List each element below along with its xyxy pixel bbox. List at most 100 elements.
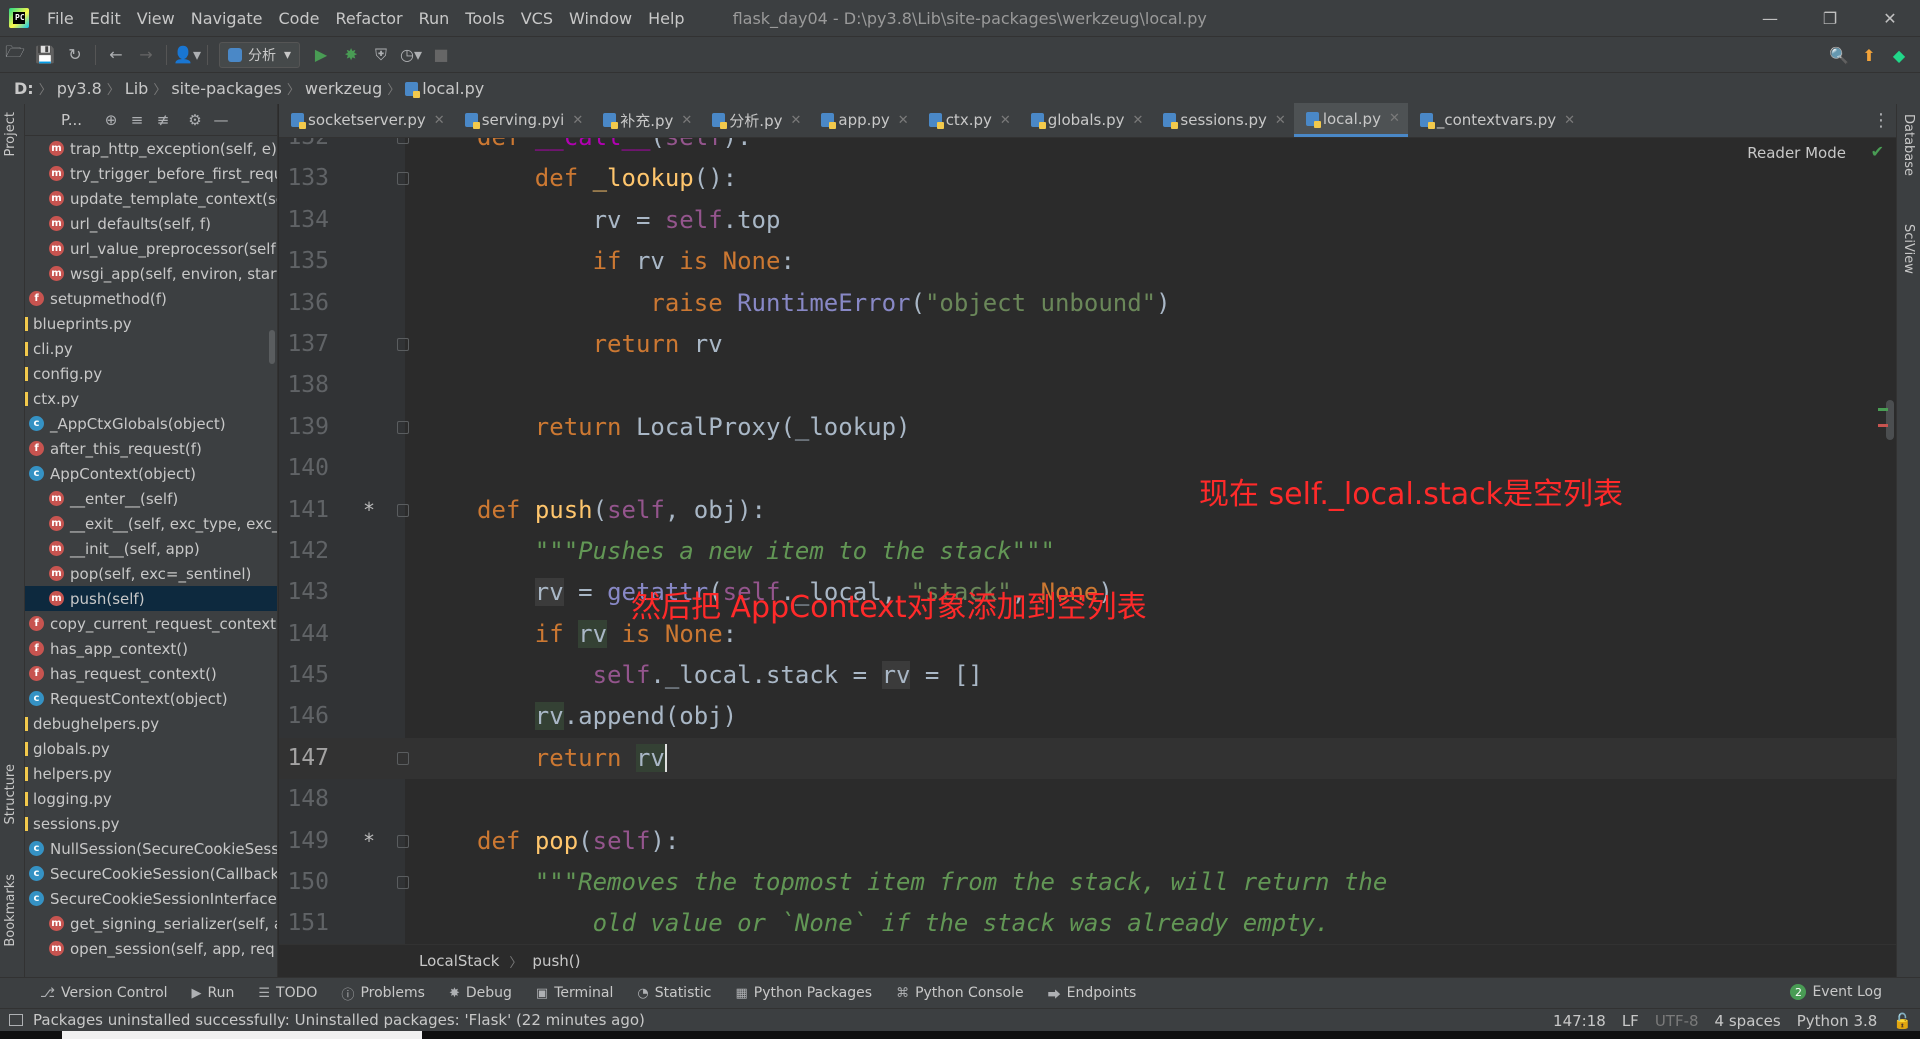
toolwindow-problems[interactable]: ⓘ Problems [341,984,425,1003]
python-interpreter[interactable]: Python 3.8 [1797,1012,1878,1030]
close-icon[interactable]: ✕ [434,113,445,128]
code-line[interactable]: 133 def _lookup(): [279,158,1896,199]
fold-marker-icon[interactable] [397,834,409,848]
toolwindow-debug[interactable]: ✸ Debug [449,985,512,1001]
fold-marker-icon[interactable] [397,172,409,186]
nav-crumb[interactable]: D: [0,79,39,98]
menu-edit[interactable]: Edit [82,9,129,28]
toolwindow-statistic[interactable]: ◔ Statistic [637,985,711,1001]
change-marker[interactable] [1878,424,1888,427]
breadcrumb-item[interactable]: LocalStack [419,952,499,970]
hide-icon[interactable]: — [210,109,232,131]
menu-refactor[interactable]: Refactor [327,9,410,28]
tree-item[interactable]: m __init__(self, app) [25,536,277,561]
nav-crumb[interactable]: Lib [120,79,154,98]
breadcrumb-item[interactable]: push() [532,952,580,970]
menu-file[interactable]: File [39,9,82,28]
code-line[interactable]: 139 return LocalProxy(_lookup) [279,407,1896,448]
coverage-icon[interactable]: ⛨ [366,40,396,70]
code-line[interactable]: 135 if rv is None: [279,241,1896,282]
close-icon[interactable]: ✕ [1133,113,1144,128]
search-icon[interactable]: 🔍 [1824,40,1854,70]
tree-item[interactable]: f copy_current_request_context [25,611,277,636]
tree-item[interactable]: sessions.py [25,811,277,836]
collapse-all-icon[interactable]: ≢ [152,109,174,131]
tree-item[interactable]: blueprints.py [25,311,277,336]
nav-crumb[interactable]: local.py [400,79,489,98]
tree-item[interactable]: c _AppCtxGlobals(object) [25,411,277,436]
run-icon[interactable]: ▶ [306,40,336,70]
editor-scrollbar[interactable] [1886,400,1894,440]
toolwindow-python-console[interactable]: ⌘ Python Console [896,985,1024,1001]
toolwindow-python-packages[interactable]: ▦ Python Packages [735,985,872,1001]
back-icon[interactable]: ← [101,40,131,70]
code-line[interactable]: 149 * def pop(self): [279,821,1896,862]
menu-vcs[interactable]: VCS [513,9,561,28]
project-scrollbar[interactable] [269,330,275,364]
indent-setting[interactable]: 4 spaces [1715,1012,1781,1030]
close-icon[interactable]: ✕ [790,113,801,128]
code-line[interactable]: 148 [279,779,1896,820]
profile-icon[interactable]: ◷▾ [396,40,426,70]
code-line[interactable]: 142 """Pushes a new item to the stack""" [279,531,1896,572]
code-line[interactable]: 140 [279,448,1896,489]
editor-tab[interactable]: local.py ✕ [1293,103,1408,137]
tree-item[interactable]: m __exit__(self, exc_type, exc_ [25,511,277,536]
structure-tool-tab[interactable]: Structure [3,764,18,824]
fold-marker-icon[interactable] [397,337,409,351]
tree-item[interactable]: helpers.py [25,761,277,786]
tree-item[interactable]: config.py [25,361,277,386]
tree-item[interactable]: c AppContext(object) [25,461,277,486]
tree-item[interactable]: m get_signing_serializer(self, a [25,911,277,936]
tree-item[interactable]: m open_session(self, app, req [25,936,277,961]
tree-item[interactable]: m url_defaults(self, f) [25,211,277,236]
code-editor[interactable]: 132*def __call__(self):133 def _lookup()… [279,138,1896,944]
bookmarks-tool-tab[interactable]: Bookmarks [3,874,18,947]
tree-item[interactable]: globals.py [25,736,277,761]
nav-crumb[interactable]: site-packages [166,79,287,98]
save-icon[interactable]: 💾 [30,40,60,70]
sync-icon[interactable]: ↻ [60,40,90,70]
minimize-button[interactable]: — [1740,0,1800,36]
code-line[interactable]: 150 """Removes the topmost item from the… [279,862,1896,903]
reader-mode-toggle[interactable]: Reader Mode [1747,144,1846,162]
toolwindow-terminal[interactable]: ▣ Terminal [536,985,613,1001]
debug-icon[interactable]: ✸ [336,40,366,70]
close-icon[interactable]: ✕ [681,113,692,128]
close-icon[interactable]: ✕ [1389,111,1400,126]
close-icon[interactable]: ✕ [572,113,583,128]
inspection-ok-icon[interactable]: ✔ [1871,142,1884,161]
restore-button[interactable]: ❐ [1800,0,1860,36]
menu-navigate[interactable]: Navigate [183,9,271,28]
tree-item[interactable]: m wsgi_app(self, environ, start [25,261,277,286]
editor-tab[interactable]: sessions.py ✕ [1151,103,1293,137]
code-line[interactable]: 137 return rv [279,324,1896,365]
lock-icon[interactable]: 🔓 [1893,1012,1912,1030]
gear-icon[interactable]: ⚙ [184,109,206,131]
close-icon[interactable]: ✕ [1275,113,1286,128]
tree-item[interactable]: f setupmethod(f) [25,286,277,311]
code-line[interactable]: 145 self._local.stack = rv = [] [279,655,1896,696]
forward-icon[interactable]: → [131,40,161,70]
editor-tab[interactable]: ctx.py ✕ [917,103,1019,137]
editor-tab[interactable]: serving.pyi ✕ [453,103,592,137]
fold-marker-icon[interactable] [397,503,409,517]
jetbrains-icon[interactable]: ◆ [1884,40,1914,70]
nav-crumb[interactable]: werkzeug [300,79,387,98]
code-line[interactable]: 134 rv = self.top [279,200,1896,241]
close-icon[interactable]: ✕ [1000,113,1011,128]
event-log-button[interactable]: 2 Event Log [1790,984,1882,1000]
code-line[interactable]: 138 [279,365,1896,406]
tree-item[interactable]: ctx.py [25,386,277,411]
editor-tab[interactable]: 分析.py ✕ [700,103,809,137]
tree-item[interactable]: f after_this_request(f) [25,436,277,461]
tree-item[interactable]: m update_template_context(self [25,186,277,211]
fold-marker-icon[interactable] [397,420,409,434]
tree-item[interactable]: m __enter__(self) [25,486,277,511]
tree-item[interactable]: c SecureCookieSession(Callback [25,861,277,886]
editor-tab[interactable]: 补充.py ✕ [591,103,700,137]
tree-item[interactable]: logging.py [25,786,277,811]
code-line[interactable]: 141 * def push(self, obj): [279,490,1896,531]
line-separator[interactable]: LF [1622,1012,1639,1030]
tree-item[interactable]: c RequestContext(object) [25,686,277,711]
